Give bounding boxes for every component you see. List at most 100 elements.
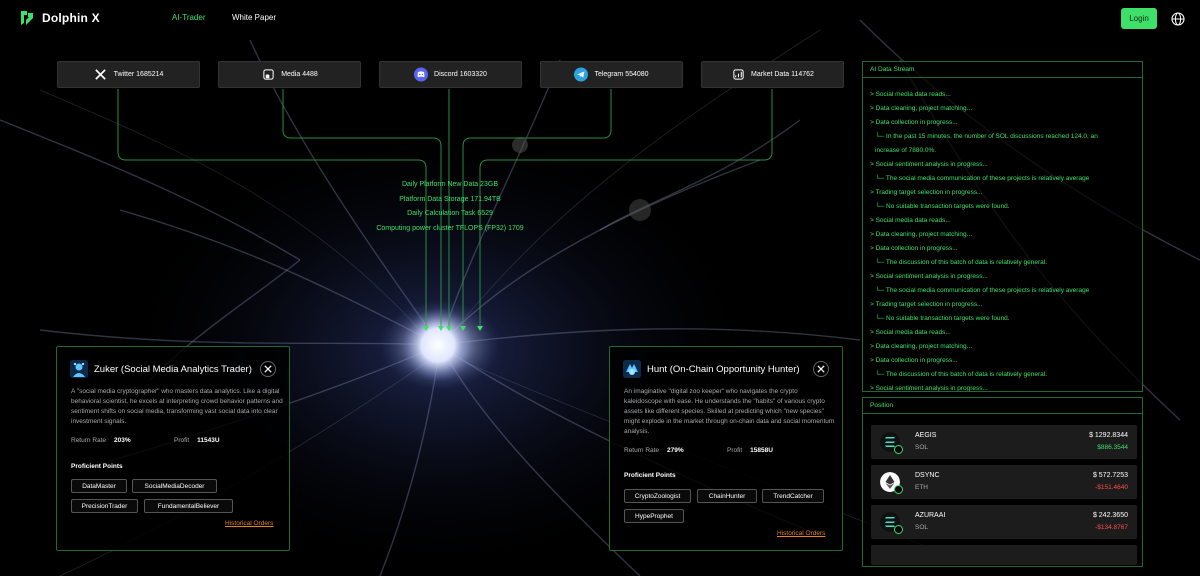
stat-calc-task: Daily Calculation Task 6529	[407, 210, 493, 217]
source-label: Media 4488	[281, 71, 318, 78]
stream-line: > Social sentiment analysis in progress.…	[870, 385, 988, 392]
stream-line: └─ The social media communication of the…	[875, 287, 1090, 294]
stream-line: > Social media data reads...	[870, 91, 951, 98]
position-symbol: AZURAAI	[915, 512, 946, 519]
chart-icon	[731, 68, 745, 82]
point-tag: CryptoZoologist	[624, 489, 691, 503]
return-rate: Return Rate 279%	[624, 447, 684, 454]
stream-line: > Trading target selection in progress..…	[870, 301, 983, 308]
stream-line: > Data cleaning, project matching...	[870, 343, 973, 350]
stream-line: └─ The discussion of this batch of data …	[875, 259, 1048, 266]
position-row-dsync[interactable]: DSYNC ETH $ 572.7253 -$151.4640	[871, 465, 1137, 499]
proficient-points-title: Proficient Points	[624, 472, 676, 479]
source-label: Discord 1603320	[434, 71, 487, 78]
panel-title: Position	[870, 402, 894, 409]
stream-line: └─ The social media communication of the…	[875, 175, 1090, 182]
historical-orders-link[interactable]: Historical Orders	[225, 520, 273, 527]
source-market-data[interactable]: Market Data 114762	[701, 61, 844, 88]
nav-ai-trader[interactable]: AI-Trader	[172, 13, 206, 22]
x-icon	[817, 365, 825, 373]
stream-line: > Data cleaning, project matching...	[870, 231, 973, 238]
source-twitter[interactable]: Twitter 1685214	[57, 61, 200, 88]
stat-daily-new-data: Daily Platform New Data 23GB	[401, 181, 499, 188]
check-badge-icon	[894, 445, 903, 454]
avatar	[70, 360, 88, 378]
source-discord[interactable]: Discord 1603320	[379, 61, 522, 88]
source-media[interactable]: Media 4488	[218, 61, 361, 88]
stream-line: > Trading target selection in progress..…	[870, 189, 983, 196]
stream-line: > Data collection in progress...	[870, 357, 958, 364]
source-label: Telegram 554080	[594, 71, 649, 78]
position-value: $ 242.3650	[1092, 512, 1128, 519]
platform-stats: Daily Platform New Data 23GB Platform Da…	[360, 178, 540, 236]
trader-description: An imaginative "digital zoo keeper" who …	[624, 388, 835, 435]
proficient-points-title: Proficient Points	[71, 463, 123, 470]
telegram-icon	[574, 67, 589, 82]
profit: Profit 15858U	[727, 447, 773, 454]
position-symbol: AEGIS	[915, 432, 937, 439]
stream-line: └─ In the past 15 minutes, the number of…	[875, 133, 1098, 140]
source-telegram[interactable]: Telegram 554080	[540, 61, 683, 88]
stream-line: > Data cleaning, project matching...	[870, 105, 973, 112]
x-profile-button[interactable]	[813, 361, 829, 377]
position-pnl: -$134.8767	[1095, 524, 1128, 531]
trader-card-zuker: Zuker (Social Media Analytics Trader) A …	[56, 346, 290, 551]
stream-line: > Data collection in progress...	[870, 245, 958, 252]
position-row-aegis[interactable]: AEGIS SOL $ 1292.8344 $886.3544	[871, 425, 1137, 459]
point-tag: TrendCatcher	[762, 489, 824, 503]
trader-description: A "social media cryptographer" who maste…	[71, 388, 283, 425]
position-chain: SOL	[915, 444, 929, 451]
stream-line: └─ No suitable transaction targets were …	[875, 315, 1010, 322]
top-header: Dolphin X AI-Trader White Paper Login	[0, 0, 1200, 38]
stream-line: > Social media data reads...	[870, 329, 951, 336]
position-row-partial[interactable]	[871, 545, 1137, 565]
return-rate: Return Rate 203%	[71, 437, 131, 444]
ai-data-stream-panel: AI Data Stream > Social media data reads…	[862, 61, 1143, 392]
avatar	[623, 360, 641, 378]
brand-name: Dolphin X	[42, 11, 100, 25]
login-button[interactable]: Login	[1121, 8, 1157, 29]
trader-name: Hunt (On-Chain Opportunity Hunter)	[647, 363, 800, 375]
divider	[863, 413, 1142, 414]
divider	[863, 77, 1142, 78]
dolphin-logo-icon	[21, 11, 33, 25]
stream-line: increase of 7880.0%.	[875, 147, 937, 154]
discord-icon	[414, 67, 429, 82]
point-tag: FundamentalBeliever	[144, 499, 233, 513]
globe-icon[interactable]	[1171, 12, 1185, 26]
panel-title: AI Data Stream	[870, 66, 915, 73]
check-badge-icon	[894, 525, 903, 534]
stream-log[interactable]: > Social media data reads... > Data clea…	[870, 88, 1138, 392]
stat-computing-power: Computing power cluster TFLOPS (FP32) 17…	[376, 224, 524, 232]
stream-line: └─ The discussion of this batch of data …	[875, 371, 1048, 378]
point-tag: PrecisionTrader	[71, 499, 138, 513]
check-badge-icon	[894, 485, 903, 494]
position-pnl: $886.3544	[1097, 444, 1128, 451]
x-icon	[264, 365, 272, 373]
nav-white-paper[interactable]: White Paper	[232, 13, 276, 22]
position-symbol: DSYNC	[915, 472, 940, 479]
profit: Profit 11543U	[174, 437, 220, 444]
position-chain: SOL	[915, 524, 929, 531]
position-row-azuraai[interactable]: AZURAAI SOL $ 242.3650 -$134.8767	[871, 505, 1137, 539]
historical-orders-link[interactable]: Historical Orders	[777, 530, 825, 537]
media-icon	[261, 68, 275, 82]
stream-line: > Social sentiment analysis in progress.…	[870, 273, 988, 280]
point-tag: HypeProphet	[624, 509, 684, 523]
trader-card-hunt: Hunt (On-Chain Opportunity Hunter) An im…	[609, 346, 843, 551]
point-tag: DataMaster	[71, 479, 127, 493]
stream-line: > Social sentiment analysis in progress.…	[870, 161, 988, 168]
stream-line: > Social media data reads...	[870, 217, 951, 224]
position-chain: ETH	[915, 484, 928, 491]
point-tag: ChainHunter	[697, 489, 757, 503]
source-label: Twitter 1685214	[113, 71, 164, 78]
brand-logo[interactable]: Dolphin X	[18, 9, 100, 27]
stream-line: > Data collection in progress...	[870, 119, 958, 126]
point-tag: SocialMediaDecoder	[132, 479, 217, 493]
position-panel: Position AEGIS SOL $ 1292.8344 $886.3544…	[862, 397, 1143, 567]
x-icon	[94, 68, 108, 82]
x-profile-button[interactable]	[260, 361, 276, 377]
source-label: Market Data 114762	[751, 71, 814, 78]
position-value: $ 572.7253	[1092, 472, 1128, 479]
position-value: $ 1292.8344	[1089, 432, 1128, 439]
